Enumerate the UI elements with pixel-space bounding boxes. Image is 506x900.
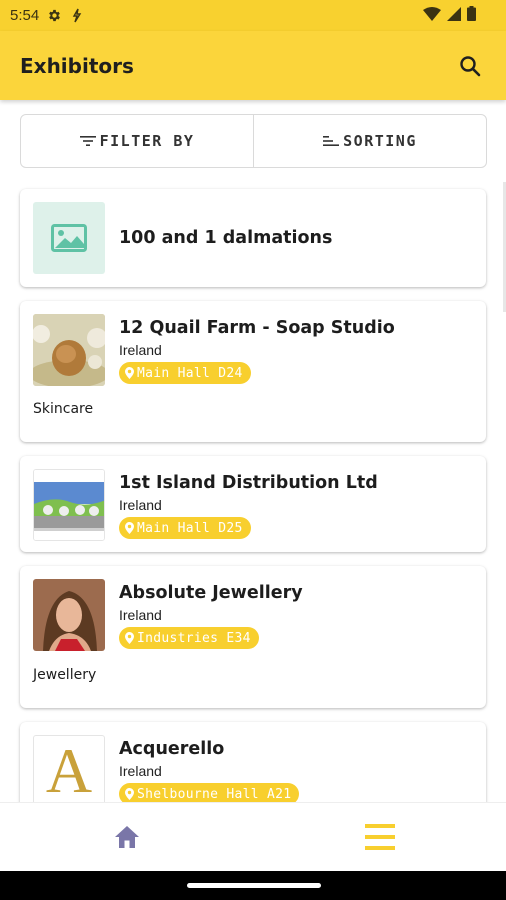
- filter-by-label: FILTER BY: [99, 132, 195, 150]
- exhibitor-name: 12 Quail Farm - Soap Studio: [119, 318, 395, 338]
- location-badge: Main Hall D24: [119, 362, 251, 384]
- exhibitor-card[interactable]: A Acquerello Ireland Shelbourne Hall A21: [20, 722, 486, 802]
- exhibitor-card[interactable]: 100 and 1 dalmations: [20, 189, 486, 287]
- filter-by-button[interactable]: FILTER BY: [21, 115, 253, 167]
- exhibitor-name: Acquerello: [119, 739, 225, 759]
- status-bar: 5:54: [0, 0, 506, 31]
- bottom-nav: [0, 802, 506, 871]
- sort-icon: [323, 136, 340, 146]
- nav-home-button[interactable]: [0, 803, 253, 871]
- status-time: 5:54: [10, 7, 40, 24]
- exhibitor-name: 1st Island Distribution Ltd: [119, 473, 378, 493]
- logo-letter: A: [45, 735, 93, 803]
- exhibitor-logo: [33, 469, 105, 541]
- location-badge: Shelbourne Hall A21: [119, 783, 300, 802]
- filter-icon: [79, 136, 96, 146]
- nav-list-button[interactable]: [253, 803, 506, 871]
- location-pin-icon: [125, 367, 134, 379]
- exhibitor-country: Ireland: [119, 497, 162, 513]
- search-button[interactable]: [454, 50, 486, 82]
- settings-gear-icon: [49, 9, 61, 22]
- location-pin-icon: [125, 632, 134, 644]
- filter-sort-bar: FILTER BY SORTING: [20, 114, 487, 168]
- exhibitor-name: 100 and 1 dalmations: [119, 228, 333, 248]
- exhibitor-country: Ireland: [119, 763, 162, 779]
- location-label: Main Hall D25: [137, 520, 243, 536]
- data-saver-icon: [72, 8, 82, 23]
- system-navigation-bar: [0, 871, 506, 900]
- cell-signal-icon: [447, 6, 461, 21]
- location-badge: Industries E34: [119, 627, 259, 649]
- exhibitor-logo: A: [33, 735, 105, 802]
- exhibitor-list: 100 and 1 dalmations 12 Quail Farm - Soa…: [0, 180, 506, 802]
- app-bar: Exhibitors: [0, 31, 506, 100]
- exhibitor-country: Ireland: [119, 342, 162, 358]
- exhibitor-photo: [33, 579, 105, 651]
- placeholder-image-icon: [33, 202, 105, 274]
- page-title: Exhibitors: [20, 53, 134, 78]
- gesture-handle[interactable]: [187, 883, 321, 888]
- exhibitor-logo: [33, 314, 105, 386]
- location-label: Main Hall D24: [137, 365, 243, 381]
- sorting-button[interactable]: SORTING: [253, 115, 486, 167]
- sorting-label: SORTING: [343, 132, 417, 150]
- exhibitor-card[interactable]: 12 Quail Farm - Soap Studio Ireland Main…: [20, 301, 486, 442]
- exhibitor-category: Skincare: [33, 401, 94, 417]
- list-menu-icon: [364, 824, 395, 850]
- exhibitor-card[interactable]: 1st Island Distribution Ltd Ireland Main…: [20, 456, 486, 552]
- location-pin-icon: [125, 522, 134, 534]
- search-icon: [460, 55, 481, 76]
- battery-icon: [467, 6, 476, 21]
- exhibitor-country: Ireland: [119, 607, 162, 623]
- location-pin-icon: [125, 788, 134, 800]
- location-label: Industries E34: [137, 630, 251, 646]
- exhibitor-name: Absolute Jewellery: [119, 583, 303, 603]
- location-badge: Main Hall D25: [119, 517, 251, 539]
- location-label: Shelbourne Hall A21: [137, 786, 292, 802]
- wifi-icon: [423, 6, 441, 21]
- home-icon: [114, 826, 139, 848]
- exhibitor-category: Jewellery: [33, 667, 97, 683]
- exhibitor-card[interactable]: Absolute Jewellery Ireland Industries E3…: [20, 566, 486, 708]
